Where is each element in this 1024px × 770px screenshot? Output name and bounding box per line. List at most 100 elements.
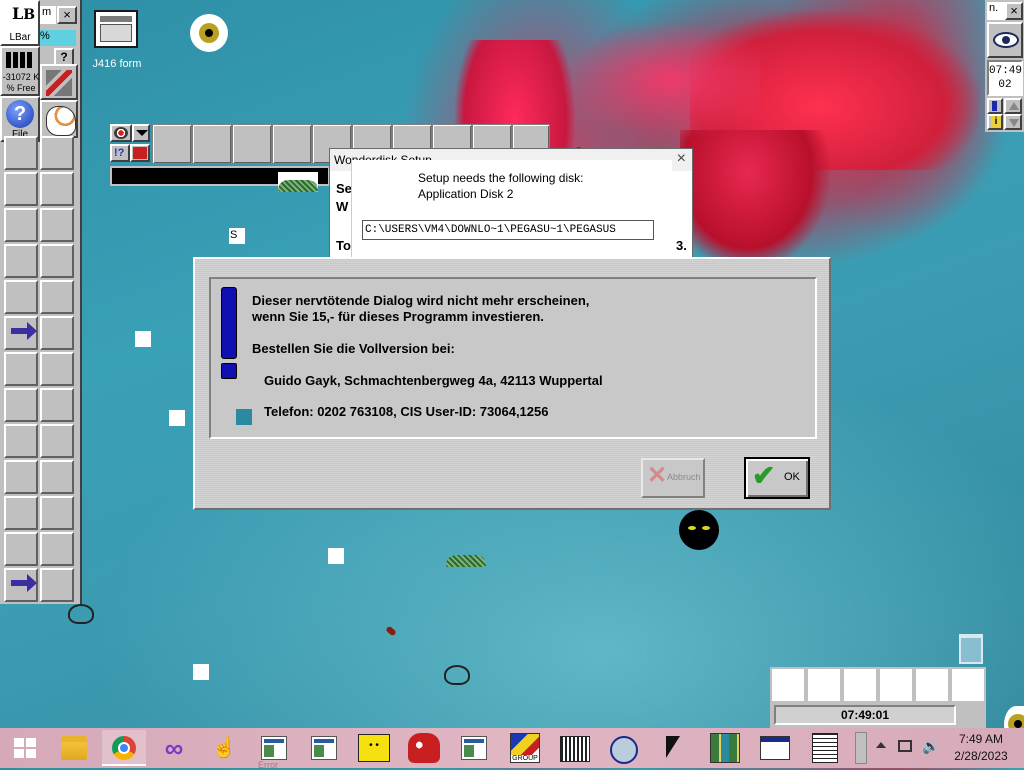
lbar-grid-button[interactable] xyxy=(40,208,74,242)
taskbar-yellow-app[interactable]: • • xyxy=(352,730,396,766)
lbar-grid-button[interactable] xyxy=(4,136,38,170)
tools-button[interactable] xyxy=(40,64,78,100)
clock-slot[interactable] xyxy=(808,669,840,701)
lbar-next-arrow-button[interactable] xyxy=(4,316,38,350)
clock-slot[interactable] xyxy=(844,669,876,701)
lbar-grid-button[interactable] xyxy=(40,352,74,386)
lbar-grid-button[interactable] xyxy=(40,496,74,530)
lbar-grid-button[interactable] xyxy=(4,532,38,566)
group-icon: GROUP xyxy=(510,733,540,763)
digital-clock-display: 07:49:01 xyxy=(774,705,956,725)
tray-overflow-icon[interactable] xyxy=(876,742,886,748)
toolbar-slot[interactable] xyxy=(192,124,232,164)
insert-disk-line1: Setup needs the following disk: xyxy=(418,171,584,185)
white-square xyxy=(193,664,209,680)
lbar-grid-button[interactable] xyxy=(40,568,74,602)
toolbar-exit-button[interactable] xyxy=(130,144,150,162)
toolbar-slot[interactable] xyxy=(232,124,272,164)
lbar-grid-button[interactable] xyxy=(40,532,74,566)
toolbar-dropdown-button[interactable] xyxy=(132,124,150,142)
lbar-grid-button[interactable] xyxy=(40,244,74,278)
document-icon xyxy=(812,733,838,763)
map-icon xyxy=(710,733,740,763)
lbar-grid-button[interactable] xyxy=(4,460,38,494)
lbar-grid-button[interactable] xyxy=(4,424,38,458)
taskbar-clock[interactable]: 7:49 AM 2/28/2023 xyxy=(944,732,1018,763)
white-square xyxy=(135,331,151,347)
taskbar-chrome[interactable] xyxy=(102,730,146,766)
lbar-logo-icon: LB xyxy=(12,4,36,23)
lbar-grid-button[interactable] xyxy=(40,280,74,314)
lbar-logo-button[interactable]: LB LBar xyxy=(0,0,40,46)
clock-slot[interactable] xyxy=(880,669,912,701)
mini-window-pct: % xyxy=(40,30,76,46)
lbar-grid-button[interactable] xyxy=(4,280,38,314)
start-button[interactable] xyxy=(2,730,46,766)
duck-icon xyxy=(46,106,76,136)
taskbar-file-explorer[interactable] xyxy=(52,730,96,766)
duck-button[interactable] xyxy=(40,100,78,138)
toolbar-slot[interactable] xyxy=(272,124,312,164)
lbar-grid-button[interactable] xyxy=(4,352,38,386)
lbar-grid-button[interactable] xyxy=(40,136,74,170)
taskbar-window-app[interactable] xyxy=(302,730,346,766)
taskbar-visual-studio[interactable]: ∞ xyxy=(152,730,196,766)
flower-petal xyxy=(560,20,760,140)
taskbar-map-app[interactable] xyxy=(702,730,746,766)
taskbar-printer-app[interactable] xyxy=(552,730,596,766)
lbar-grid-button[interactable] xyxy=(4,496,38,530)
clock-slot[interactable] xyxy=(772,669,804,701)
triangle-up-icon xyxy=(1009,102,1019,110)
right-panel-blue-button[interactable] xyxy=(987,98,1003,114)
taskbar-window-cursor-app[interactable] xyxy=(752,730,796,766)
taskbar-document-app[interactable] xyxy=(802,730,846,766)
toolbar-help-button[interactable]: !? xyxy=(110,144,130,162)
lbar-grid-button[interactable] xyxy=(40,424,74,458)
lbar-next-arrow-button[interactable] xyxy=(4,568,38,602)
cancel-button[interactable]: ✕ Abbruch xyxy=(641,458,705,498)
eye-app-button[interactable] xyxy=(987,22,1023,58)
right-panel-info-button[interactable]: i xyxy=(987,114,1003,130)
taskbar-disk-app[interactable] xyxy=(602,730,646,766)
printer-icon xyxy=(560,736,590,762)
taskbar-arrow-app[interactable] xyxy=(652,730,696,766)
nag-message-panel: Dieser nervtötende Dialog wird nicht meh… xyxy=(209,277,817,439)
disk-path-field[interactable]: C:\USERS\VM4\DOWNLO~1\PEGASU~1\PEGASUS xyxy=(362,220,654,240)
lbar-grid-button[interactable] xyxy=(40,388,74,422)
lbar-grid-button[interactable] xyxy=(4,172,38,206)
lbar-grid-button[interactable] xyxy=(4,244,38,278)
lbar-grid-button[interactable] xyxy=(40,460,74,494)
recycle-bin-icon[interactable] xyxy=(959,634,983,664)
lbar-toolbar: LB LBar -31072 K % Free ? File m × % ? xyxy=(0,0,82,604)
taskbar-red-app[interactable] xyxy=(402,730,446,766)
network-icon[interactable] xyxy=(898,740,912,752)
memory-bars-icon xyxy=(6,52,34,68)
right-panel-up-button[interactable] xyxy=(1004,98,1022,114)
volume-icon[interactable]: 🔊 xyxy=(922,738,939,755)
insert-disk-dialog: Setup needs the following disk: Applicat… xyxy=(351,160,672,258)
clock-slot[interactable] xyxy=(916,669,948,701)
setup-close-icon[interactable]: × xyxy=(677,150,686,168)
lbar-grid-button[interactable] xyxy=(4,388,38,422)
bug-icon xyxy=(385,625,397,637)
clock-slot[interactable] xyxy=(952,669,984,701)
setup-bg-fragment: To xyxy=(336,238,351,253)
taskbar-window-app[interactable]: Error xyxy=(252,730,296,770)
mini-clock-s: 02 xyxy=(998,79,1012,91)
taskbar-cursor-app[interactable]: ☝ xyxy=(202,730,246,766)
lbar-grid-button[interactable] xyxy=(40,316,74,350)
taskbar-window-app[interactable] xyxy=(452,730,496,766)
setup-bg-fragment: Se xyxy=(336,181,352,196)
toolbar-app-icon[interactable] xyxy=(110,124,132,142)
j416-form-desktop-icon[interactable]: J416 form xyxy=(86,8,148,76)
lbar-grid-button[interactable] xyxy=(40,172,74,206)
right-panel-down-button[interactable] xyxy=(1004,114,1022,130)
ok-button[interactable]: ✔ OK xyxy=(744,457,810,499)
toolbar-slot[interactable] xyxy=(152,124,192,164)
taskbar-group-app[interactable]: GROUP xyxy=(502,730,546,766)
lbar-grid-button[interactable] xyxy=(4,208,38,242)
taskbar-scrollbar[interactable] xyxy=(855,732,867,764)
eyeball-icon[interactable] xyxy=(190,14,228,52)
right-panel-close-button[interactable]: × xyxy=(1005,2,1023,20)
mini-window-close-button[interactable]: × xyxy=(57,6,77,24)
